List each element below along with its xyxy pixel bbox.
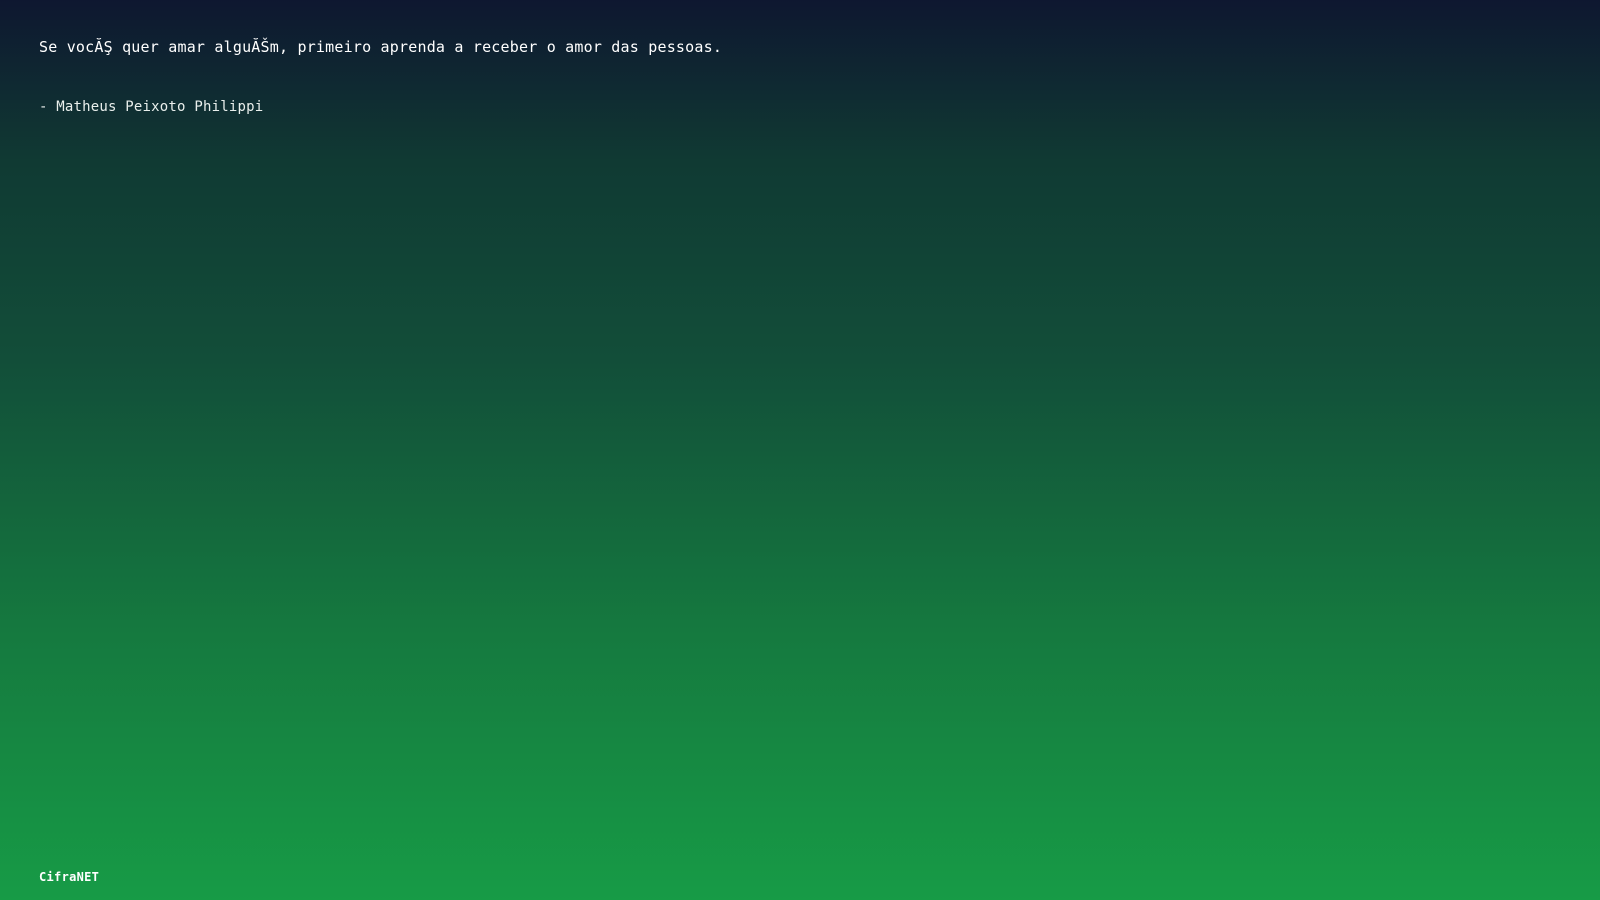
brand-link[interactable]: CifraNET [39,870,99,884]
quote-text: Se vocĂŞ quer amar alguĂŠm, primeiro apr… [39,38,723,56]
quote-author: - Matheus Peixoto Philippi [39,99,264,115]
